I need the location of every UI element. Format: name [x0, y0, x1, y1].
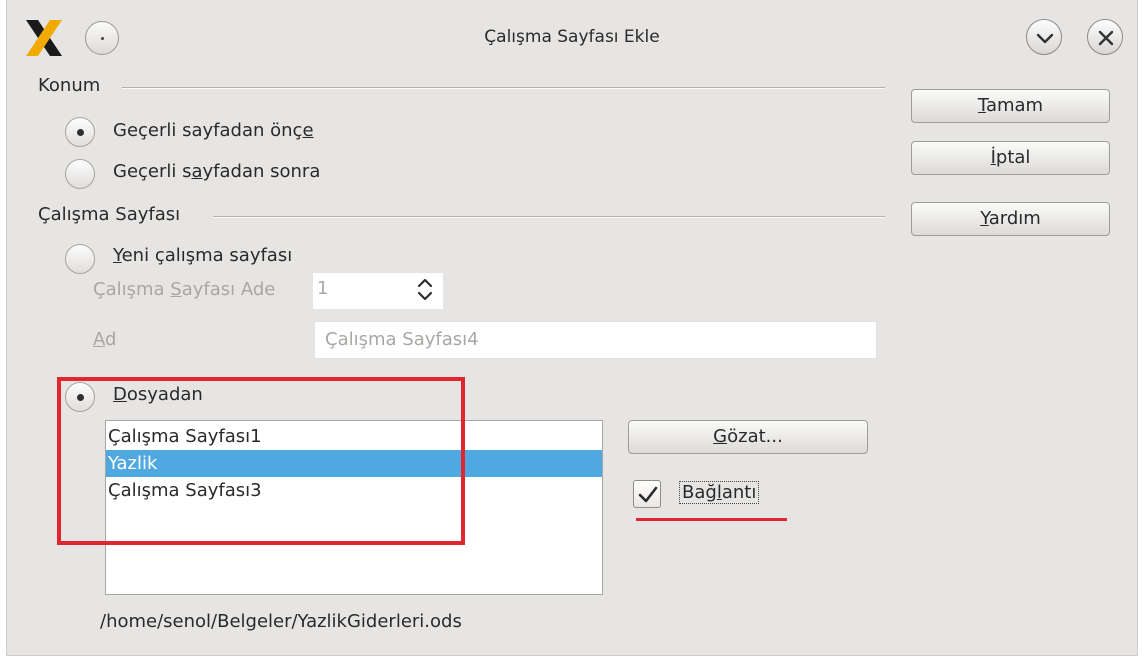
ok-button[interactable]: Tamam: [911, 89, 1110, 123]
link-label[interactable]: Bağlantı: [679, 481, 760, 504]
checkmark-icon: [638, 486, 658, 503]
new-sheet-label[interactable]: Yeni çalışma sayfası: [113, 245, 292, 266]
before-current-radio[interactable]: [65, 117, 95, 147]
annotation-highlight-box: [57, 377, 465, 545]
title-bar: Çalışma Sayfası Ekle: [7, 0, 1137, 72]
insert-sheet-dialog: Çalışma Sayfası Ekle Konum Geçerli sayfa…: [6, 0, 1138, 656]
sheet-count-label: Çalışma Sayfası Ade: [93, 279, 276, 300]
link-checkbox[interactable]: [633, 480, 661, 508]
window-title: Çalışma Sayfası Ekle: [484, 27, 660, 47]
before-current-label[interactable]: Geçerli sayfadan önçe: [113, 120, 314, 141]
help-button[interactable]: Yardım: [911, 202, 1110, 236]
location-section-label: Konum: [38, 75, 101, 96]
sheet-divider: [213, 216, 885, 218]
cancel-button[interactable]: İptal: [911, 141, 1110, 175]
browse-button[interactable]: Gözat...: [628, 420, 868, 454]
sheet-name-label: Ad: [93, 329, 117, 350]
sheet-count-value: 1: [317, 278, 329, 299]
new-sheet-radio[interactable]: [65, 244, 95, 274]
sheet-name-value: Çalışma Sayfası4: [325, 329, 479, 350]
file-path: /home/senol/Belgeler/YazlikGiderleri.ods: [100, 611, 462, 632]
location-divider: [122, 87, 885, 89]
after-current-label[interactable]: Geçerli sayfadan sonra: [113, 161, 320, 182]
sheet-name-input[interactable]: Çalışma Sayfası4: [314, 321, 877, 359]
minimize-chevron-icon[interactable]: [1026, 19, 1062, 55]
annotation-underline: [636, 518, 787, 521]
close-x-icon[interactable]: [1087, 19, 1123, 55]
after-current-radio[interactable]: [65, 159, 95, 189]
spin-arrows-icon[interactable]: [413, 272, 437, 308]
sheet-section-label: Çalışma Sayfası: [38, 204, 181, 225]
